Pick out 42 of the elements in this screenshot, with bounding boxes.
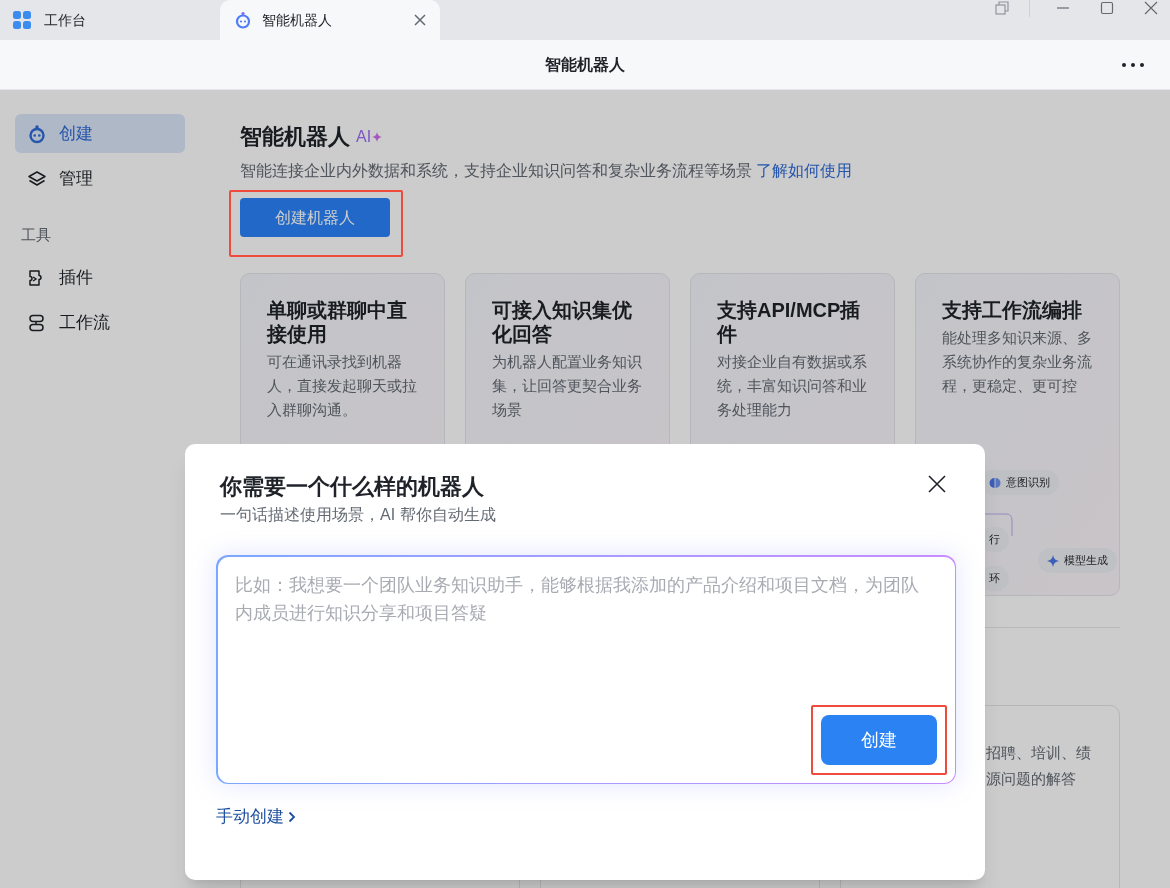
create-button[interactable]: 创建: [821, 715, 937, 765]
sidebar-item[interactable]: 管理: [15, 159, 185, 198]
dialog-subtitle: 一句话描述使用场景，AI 帮你自动生成: [220, 505, 496, 525]
description: 智能连接企业内外数据和系统，支持企业知识问答和复杂业务流程等场景: [240, 161, 752, 181]
card-title: 支持工作流编排: [942, 298, 1083, 322]
sparkle-icon: [372, 131, 383, 142]
close-button[interactable]: [927, 474, 947, 494]
maximize-icon: [1100, 1, 1114, 15]
card-text-line: 源问题的解答: [986, 769, 1077, 789]
close-icon: [928, 475, 946, 493]
page-title: 智能机器人: [545, 54, 625, 75]
sparkle-icon: [1047, 554, 1059, 567]
layers-icon: [27, 168, 47, 189]
dialog-title: 你需要一个什么样的机器人: [220, 473, 484, 501]
card-description: 能处理多知识来源、多系统协作的复杂业务流程，更稳定、更可控: [942, 328, 1093, 396]
pin-window-icon: [995, 1, 1009, 15]
card-title: 可接入知识集优化回答: [492, 298, 633, 346]
sidebar-item[interactable]: 工作流: [15, 303, 185, 343]
section-title: 工具: [20, 225, 52, 245]
card-text-line: 招聘、培训、绩: [986, 743, 1092, 763]
robot-icon: [234, 11, 252, 29]
tab[interactable]: 智能机器人: [220, 0, 440, 40]
section-heading: 智能机器人: [240, 123, 350, 151]
chevron-right-icon: [288, 810, 296, 823]
card-description: 为机器人配置业务知识集，让回答更契合业务场景: [492, 352, 643, 420]
ai-label: AI: [356, 126, 372, 147]
help-link[interactable]: 了解如何使用: [756, 159, 852, 183]
close-icon: [1144, 1, 1158, 15]
workflow-icon: [27, 313, 47, 333]
flow-node: 模型生成: [1038, 548, 1117, 573]
more-icon: [1121, 61, 1145, 68]
close-icon: [414, 14, 426, 26]
grid-icon: [12, 10, 32, 30]
robot-icon: [27, 123, 47, 144]
sidebar-item[interactable]: 创建: [15, 114, 185, 153]
card-title: 支持API/MCP插件: [717, 298, 862, 346]
manual-create-link[interactable]: 手动创建: [216, 804, 296, 830]
description-input[interactable]: 比如：我想要一个团队业务知识助手，能够根据我添加的产品介绍和项目文档，为团队内成员进行知识分享和项目答疑 创建: [216, 555, 956, 784]
card-title: 单聊或群聊中直接使用: [267, 298, 408, 346]
sidebar-item[interactable]: 插件: [15, 258, 185, 298]
card-description: 可在通讯录找到机器人，直接发起聊天或拉入群聊沟通。: [267, 352, 418, 420]
card-description: 对接企业自有数据或系统，丰富知识问答和业务处理能力: [717, 352, 868, 420]
